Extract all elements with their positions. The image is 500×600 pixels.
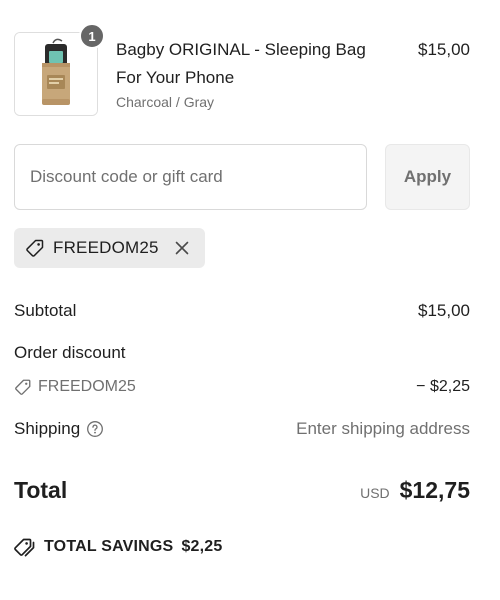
product-price: $15,00 — [418, 40, 470, 59]
total-savings: TOTAL SAVINGS $2,25 — [14, 532, 222, 562]
line-item: 1 Bagby ORIGINAL - Sleeping Bag For Your… — [14, 23, 470, 116]
shipping-label: Shipping — [14, 419, 81, 438]
subtotal-row: Subtotal $15,00 — [14, 296, 470, 326]
total-amount-wrap: USD $12,75 — [360, 477, 470, 504]
product-info: Bagby ORIGINAL - Sleeping Bag For Your P… — [116, 36, 386, 112]
product-title: Bagby ORIGINAL - Sleeping Bag For Your P… — [116, 40, 366, 87]
currency-code: USD — [360, 484, 390, 501]
shipping-value: Enter shipping address — [296, 419, 470, 438]
remove-discount-button[interactable] — [171, 237, 193, 259]
discount-code-name: FREEDOM25 — [38, 378, 136, 395]
product-variant: Charcoal / Gray — [116, 94, 215, 110]
product-image-wrapper: 1 — [14, 23, 105, 116]
savings-amount: $2,25 — [181, 538, 223, 555]
order-discount-row: Order discount — [14, 338, 470, 368]
tags-icon — [14, 537, 36, 557]
shipping-label-wrap: Shipping — [14, 419, 104, 439]
cost-summary: Subtotal $15,00 Order discount FREEDOM25… — [14, 296, 470, 444]
tag-icon — [14, 378, 32, 396]
order-discount-label: Order discount — [14, 343, 126, 362]
total-row: Total USD $12,75 — [14, 470, 470, 510]
discount-form: Apply — [14, 144, 470, 210]
savings-label: TOTAL SAVINGS — [44, 538, 174, 555]
discount-code-wrap: FREEDOM25 — [14, 378, 136, 396]
apply-button[interactable]: Apply — [385, 144, 470, 210]
discount-code-row: FREEDOM25 − $2,25 — [14, 372, 470, 402]
shipping-row: Shipping Enter shipping address — [14, 414, 470, 444]
discount-amount: − $2,25 — [416, 378, 470, 395]
applied-discount-code: FREEDOM25 — [53, 238, 159, 257]
quantity-badge: 1 — [79, 23, 105, 49]
discount-code-input[interactable] — [14, 144, 367, 210]
close-icon — [175, 241, 189, 255]
total-label: Total — [14, 476, 68, 503]
question-circle-icon[interactable] — [86, 420, 104, 438]
subtotal-label: Subtotal — [14, 301, 77, 320]
total-amount: $12,75 — [399, 476, 470, 503]
subtotal-value: $15,00 — [418, 301, 470, 320]
applied-discount-tag: FREEDOM25 — [14, 228, 205, 268]
tag-icon — [25, 238, 45, 258]
